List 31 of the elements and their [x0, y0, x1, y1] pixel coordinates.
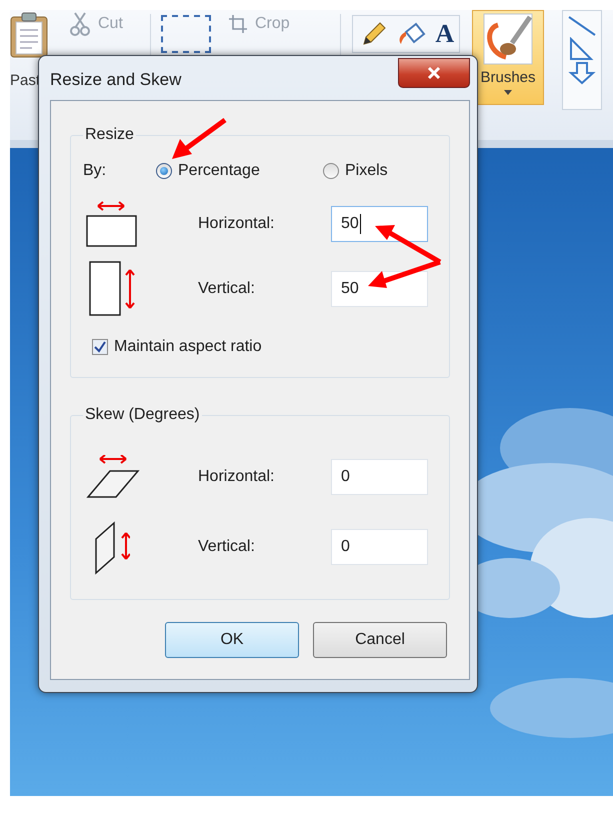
close-button[interactable]	[398, 58, 470, 88]
checkmark-icon	[94, 341, 106, 353]
line-shape-icon[interactable]	[567, 15, 597, 37]
field-label: Vertical:	[198, 280, 256, 298]
ok-button[interactable]: OK	[165, 622, 299, 658]
selection-icon[interactable]	[161, 15, 211, 53]
group-title: Skew (Degrees)	[83, 406, 202, 424]
radio-option[interactable]: Percentage	[156, 162, 323, 180]
field-label: Horizontal:	[198, 468, 276, 486]
arrow-shape-icon[interactable]	[567, 61, 597, 85]
scissors-icon[interactable]	[70, 12, 90, 36]
text-tool-button[interactable]: A	[435, 19, 454, 49]
resize-horizontal-icon	[86, 200, 138, 248]
dialog-title: Resize and Skew	[50, 70, 182, 90]
field-label: Horizontal:	[198, 215, 276, 233]
by-label: By:	[83, 162, 108, 180]
radio-option[interactable]: Pixels	[323, 162, 449, 180]
clipboard-icon[interactable]	[10, 12, 48, 58]
field-label: Vertical:	[198, 538, 256, 556]
close-icon	[426, 66, 442, 80]
input-field[interactable]: 0	[331, 459, 428, 495]
annotation-arrow	[170, 118, 228, 160]
input-field[interactable]: 0	[331, 529, 428, 565]
caret-icon	[504, 90, 512, 95]
brushes-button[interactable]: Brushes	[472, 10, 544, 105]
skew-horizontal-icon	[86, 455, 142, 499]
input-field[interactable]: 50	[331, 271, 428, 307]
input-field[interactable]: 50	[331, 206, 428, 242]
cancel-button[interactable]: Cancel	[313, 622, 447, 658]
maintain-aspect-checkbox[interactable]: Maintain aspect ratio	[71, 337, 449, 357]
crop-icon[interactable]	[229, 15, 247, 33]
